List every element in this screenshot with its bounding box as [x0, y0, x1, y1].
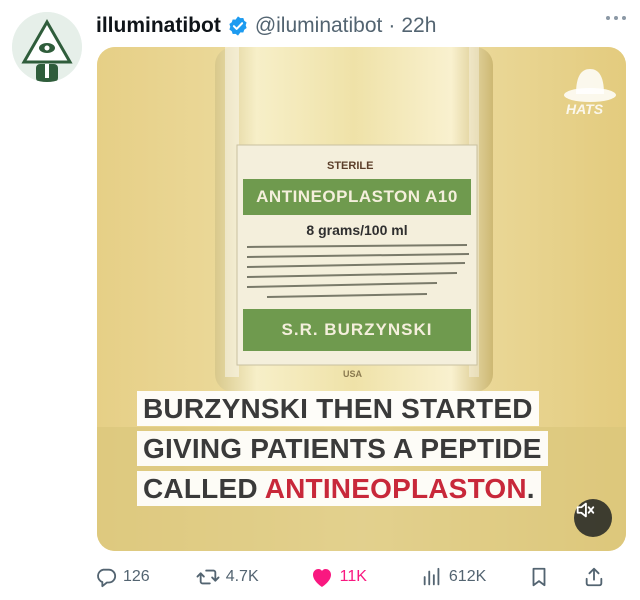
share-icon: [586, 567, 603, 587]
verified-badge-icon: [229, 16, 247, 36]
mute-button[interactable]: [574, 499, 612, 537]
handle[interactable]: @iluminatibot: [255, 14, 383, 38]
views-button[interactable]: 612K: [421, 566, 486, 588]
bookmark-button[interactable]: [528, 566, 550, 588]
like-count: 11K: [339, 568, 367, 585]
label-maker: S.R. BURZYNSKI: [281, 320, 433, 339]
reply-count: 126: [123, 568, 150, 585]
hat-icon: [564, 69, 616, 102]
label-origin: USA: [343, 369, 363, 379]
label-dose: 8 grams/100 ml: [306, 222, 408, 238]
caption-line-3-suffix: .: [526, 473, 535, 504]
display-name[interactable]: illuminatibot: [96, 14, 221, 38]
reply-button[interactable]: 126: [95, 566, 150, 588]
label-sterile: STERILE: [327, 160, 374, 172]
repost-icon: [196, 569, 220, 585]
like-button[interactable]: 11K: [310, 566, 367, 588]
bookmark-icon: [532, 567, 546, 587]
repost-button[interactable]: 4.7K: [196, 566, 259, 588]
avatar-image: [12, 12, 82, 82]
action-bar: 126 4.7K 11K 612K: [95, 562, 635, 592]
video-caption: BURZYNSKI THEN STARTED GIVING PATIENTS A…: [137, 389, 548, 509]
views-icon: [423, 567, 440, 586]
more-icon[interactable]: [606, 16, 626, 20]
label-product: ANTINEOPLASTON A10: [256, 187, 458, 206]
hats-watermark: HATS: [560, 61, 620, 121]
caption-highlight: ANTINEOPLASTON: [264, 473, 527, 504]
separator-dot: ·: [388, 14, 396, 37]
reply-icon: [97, 568, 117, 588]
watermark-text: HATS: [566, 101, 604, 117]
caption-line-3-prefix: CALLED: [143, 473, 265, 504]
caption-line-1: BURZYNSKI THEN STARTED: [137, 391, 539, 426]
caption-line-2: GIVING PATIENTS A PEPTIDE: [137, 431, 548, 466]
heart-icon: [312, 569, 331, 587]
avatar[interactable]: [12, 12, 82, 82]
repost-count: 4.7K: [225, 568, 259, 585]
view-count: 612K: [448, 568, 487, 585]
post-header: illuminatibot @iluminatibot · 22h: [96, 10, 436, 42]
post-time[interactable]: 22h: [401, 14, 436, 38]
speaker-muted-icon: [576, 502, 595, 518]
video-player[interactable]: STERILE ANTINEOPLASTON A10 8 grams/100 m…: [97, 47, 626, 551]
share-button[interactable]: [583, 566, 605, 588]
